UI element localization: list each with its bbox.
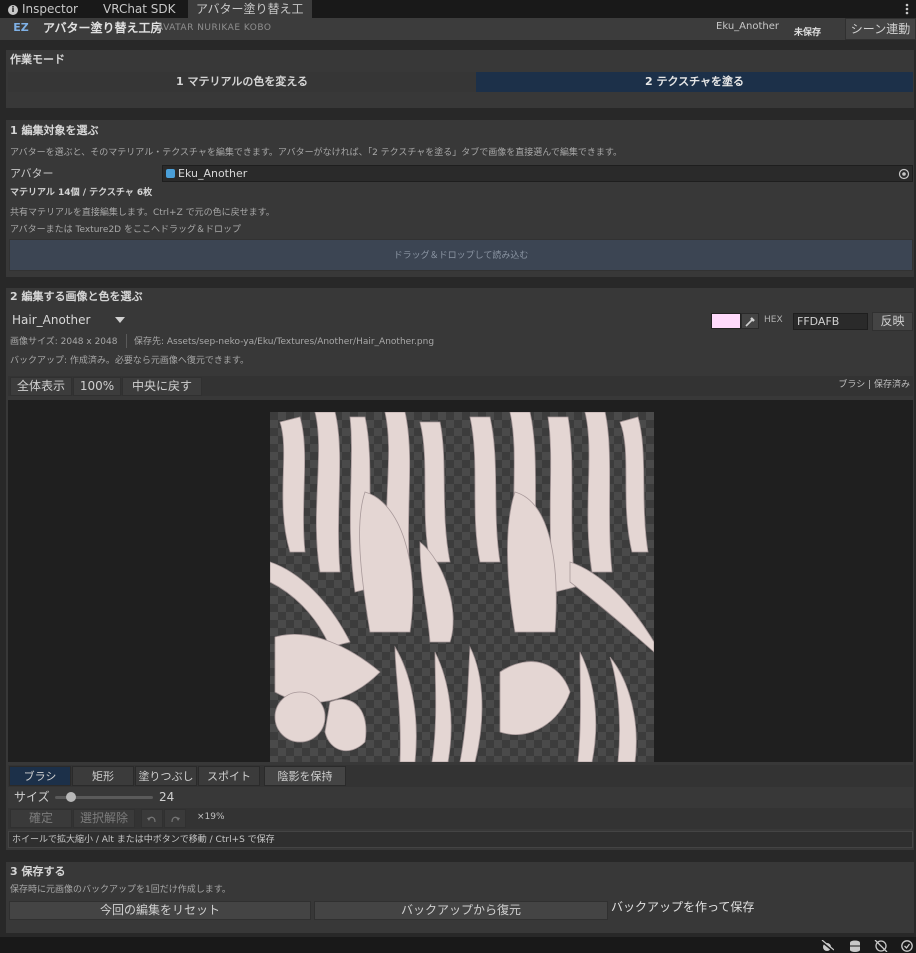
debug-off-icon[interactable] (820, 940, 834, 952)
save-status-badge: 未保存 (794, 28, 822, 38)
backup-status-text: バックアップ: 作成済み。必要なら元画像へ復元できます。 (10, 356, 249, 366)
eyedropper-icon (745, 316, 756, 327)
zoom-100-button[interactable]: 100% (73, 377, 121, 396)
tab-avatar-nurikae[interactable]: アバター塗り替え工房 (188, 0, 312, 34)
logo: EZ (13, 21, 29, 34)
scene-link-button[interactable]: シーン連動 (845, 18, 916, 40)
fit-view-button[interactable]: 全体表示 (10, 377, 72, 396)
section3-description: 保存時に元画像のバックアップを1回だけ作成します。 (10, 885, 231, 895)
center-view-button[interactable]: 中央に戻す (122, 377, 202, 396)
tool-eyedropper[interactable]: スポイト (198, 766, 260, 786)
avatar-value: Eku_Another (178, 167, 248, 180)
info-icon: i (8, 4, 18, 15)
redo-icon (170, 814, 180, 824)
size-label: サイズ (14, 790, 50, 804)
mode-title: 作業モード (10, 53, 65, 66)
more-options-icon[interactable] (902, 3, 912, 15)
texture-dropdown[interactable]: Hair_Another (8, 311, 129, 329)
image-size-text: 画像サイズ: 2048 x 2048 (10, 337, 118, 347)
apply-color-button[interactable]: 反映 (872, 312, 913, 331)
shortcut-hint: ホイールで拡大縮小 / Alt または中ボタンで移動 / Ctrl+S で保存 (8, 831, 913, 848)
material-texture-counts: マテリアル 14個 / テクスチャ 6枚 (10, 188, 153, 198)
hex-input[interactable]: FFDAFB (793, 313, 868, 330)
app-title: アバター塗り替え工房 (43, 21, 163, 35)
object-picker-icon[interactable] (898, 168, 910, 180)
shared-material-note: 共有マテリアルを直接編集します。Ctrl+Z で元の色に戻せます。 (10, 208, 275, 218)
mode-tab-material-color[interactable]: 1 マテリアルの色を変える (8, 72, 476, 92)
avatar-object-field[interactable]: Eku_Another (162, 165, 913, 182)
undo-icon (147, 814, 157, 824)
drag-drop-area[interactable]: ドラッグ＆ドロップして読み込む (9, 239, 913, 271)
color-swatch[interactable] (711, 313, 741, 329)
avatar-label: アバター (10, 167, 54, 180)
section-save (6, 862, 914, 933)
color-swatch-fill (712, 314, 740, 328)
tab-vrchat-sdk[interactable]: VRChat SDK (95, 0, 187, 18)
tab-inspector[interactable]: i Inspector (0, 0, 92, 18)
network-off-icon[interactable] (874, 940, 888, 952)
undo-button[interactable] (141, 809, 163, 828)
check-circle-icon[interactable] (900, 940, 914, 952)
meta-divider (126, 334, 127, 348)
keep-shading-toggle[interactable]: 陰影を保持 (264, 766, 346, 786)
app-subtitle: AVATAR NURIKAE KOBO (157, 23, 272, 33)
tool-brush[interactable]: ブラシ (9, 766, 71, 786)
confirm-button[interactable]: 確定 (10, 809, 72, 828)
header-avatar-name: Eku_Another (716, 21, 779, 32)
reset-edits-button[interactable]: 今回の編集をリセット (9, 901, 311, 920)
tool-rect[interactable]: 矩形 (72, 766, 134, 786)
restore-backup-button[interactable]: バックアップから復元 (314, 901, 608, 920)
texture-preview (270, 412, 654, 762)
section1-title: 1 編集対象を選ぶ (10, 124, 99, 137)
section3-title: 3 保存する (10, 865, 66, 878)
texture-canvas[interactable] (8, 400, 913, 762)
deselect-button[interactable]: 選択解除 (73, 809, 135, 828)
drag-drop-note: アバターまたは Texture2D をここへドラッグ＆ドロップ (10, 225, 241, 235)
section2-title: 2 編集する画像と色を選ぶ (10, 290, 143, 303)
save-path-text: 保存先: Assets/sep-neko-ya/Eku/Textures/Ano… (134, 337, 435, 347)
tool-fill[interactable]: 塗りつぶし (135, 766, 197, 786)
backup-and-save-button[interactable]: バックアップを作って保存 (611, 899, 754, 915)
texture-dropdown-value: Hair_Another (12, 313, 91, 327)
canvas-status: ブラシ | 保存済み (838, 380, 910, 390)
redo-button[interactable] (164, 809, 186, 828)
mode-tab-paint-texture[interactable]: 2 テクスチャを塗る (476, 72, 913, 92)
chevron-down-icon (115, 317, 125, 323)
size-value: 24 (159, 790, 175, 804)
section1-description: アバターを選ぶと、そのマテリアル・テクスチャを編集できます。アバターがなければ、… (10, 148, 622, 158)
size-slider-thumb[interactable] (65, 792, 76, 802)
eyedropper-button[interactable] (741, 313, 759, 329)
prefab-icon (166, 169, 175, 178)
database-icon[interactable] (848, 940, 862, 952)
hex-label: HEX (764, 315, 783, 325)
status-bar (0, 937, 916, 953)
zoom-readout: ×19% (197, 812, 225, 822)
